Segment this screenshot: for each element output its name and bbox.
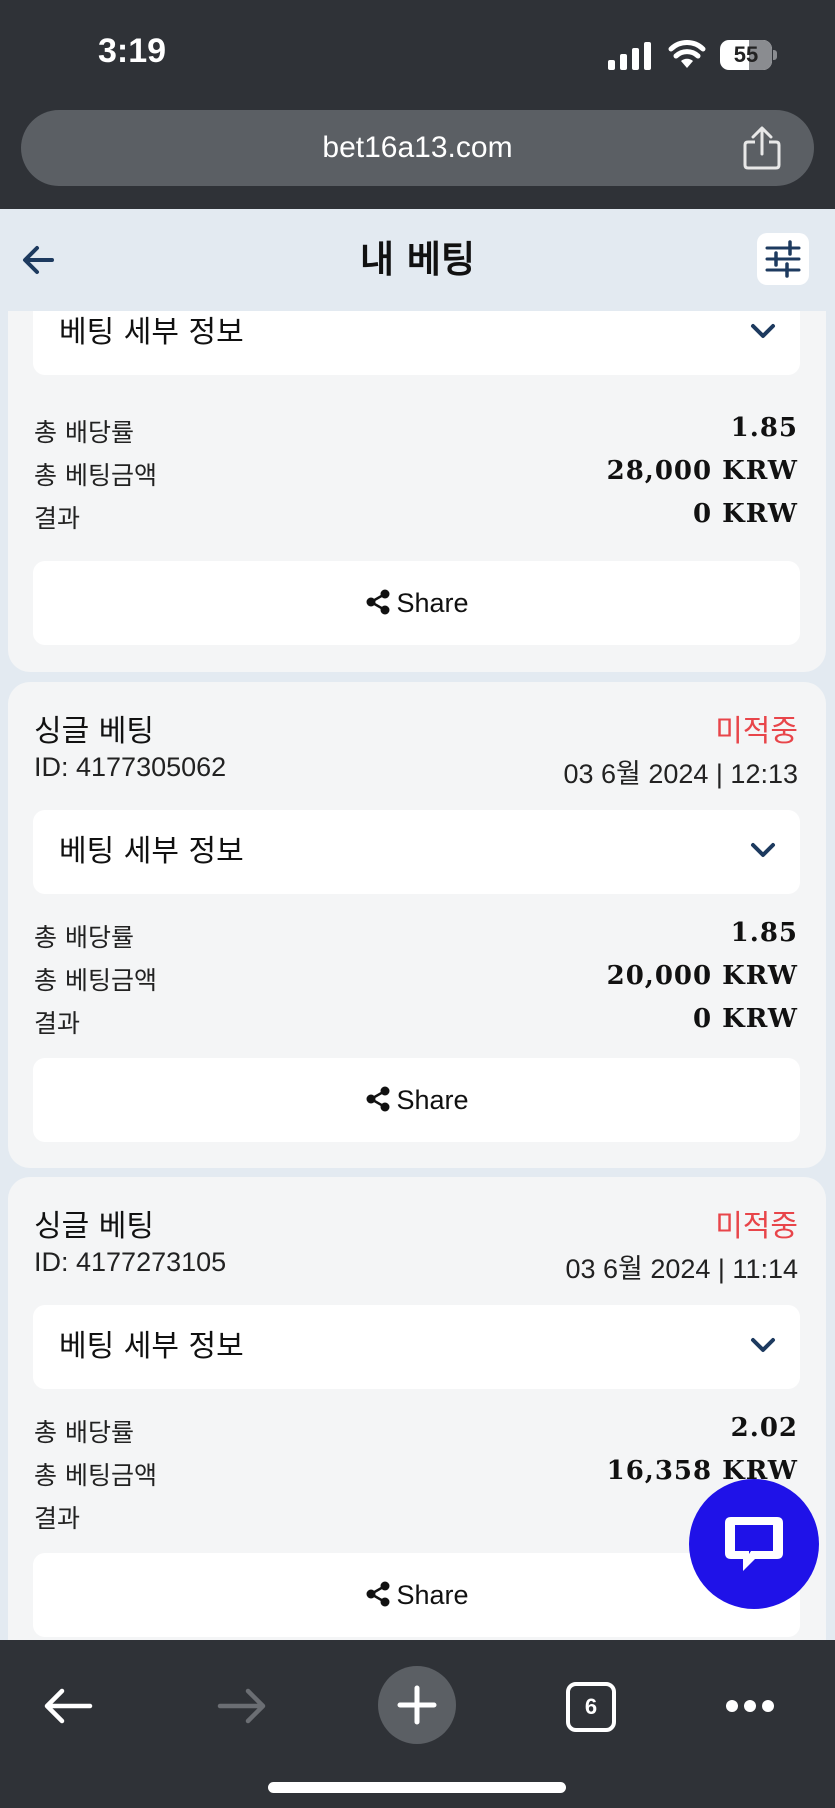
chevron-down-icon bbox=[751, 843, 775, 857]
share-label: Share bbox=[396, 1580, 469, 1610]
back-icon[interactable] bbox=[42, 1686, 94, 1726]
bet-details-toggle[interactable]: 베팅 세부 정보 bbox=[33, 311, 800, 375]
page-title: 내 베팅 bbox=[359, 238, 475, 281]
total-odds-value: 1.85 bbox=[730, 413, 798, 443]
filter-sliders-icon bbox=[765, 240, 801, 278]
signal-icon bbox=[608, 42, 651, 70]
new-tab-button[interactable] bbox=[378, 1666, 456, 1744]
status-bar: 3:19 55 bbox=[0, 0, 835, 100]
home-indicator bbox=[268, 1782, 566, 1793]
bet-details-label: 베팅 세부 정보 bbox=[59, 1329, 244, 1364]
share-nodes-icon bbox=[366, 1086, 390, 1112]
share-button[interactable]: Share bbox=[33, 1553, 800, 1637]
total-odds-value: 2.02 bbox=[730, 1413, 798, 1443]
forward-icon[interactable] bbox=[216, 1686, 268, 1726]
total-odds-label: 총 배당률 bbox=[34, 923, 134, 952]
total-stake-label: 총 베팅금액 bbox=[34, 1461, 157, 1490]
total-stake-value: 28,000 KRW bbox=[606, 456, 798, 486]
address-bar[interactable]: bet16a13.com bbox=[21, 110, 814, 186]
bet-details-toggle[interactable]: 베팅 세부 정보 bbox=[33, 810, 800, 894]
status-badge: 미적중 bbox=[715, 714, 798, 749]
plus-icon bbox=[397, 1685, 437, 1725]
battery-level: 55 bbox=[733, 42, 759, 67]
share-button[interactable]: Share bbox=[33, 561, 800, 645]
bet-id: ID: 4177273105 bbox=[34, 1247, 227, 1277]
bet-date: 03 6월 2024 | 11:14 bbox=[565, 1254, 798, 1284]
total-stake-label: 총 베팅금액 bbox=[34, 461, 157, 490]
bet-card: 베팅 세부 정보 총 배당률 1.85 총 베팅금액 28,000 KRW 결과… bbox=[8, 311, 826, 672]
battery-icon: 55 bbox=[720, 40, 777, 70]
total-odds-label: 총 배당률 bbox=[34, 418, 134, 447]
bet-card: 싱글 베팅 미적중 ID: 4177305062 03 6월 2024 | 12… bbox=[8, 682, 826, 1168]
total-odds-label: 총 배당률 bbox=[34, 1418, 134, 1447]
tab-count: 6 bbox=[584, 1694, 598, 1719]
tabs-button[interactable]: 6 bbox=[566, 1682, 616, 1732]
browser-toolbar: 6 bbox=[0, 1640, 835, 1808]
bets-list[interactable]: 베팅 세부 정보 총 배당률 1.85 총 베팅금액 28,000 KRW 결과… bbox=[0, 311, 835, 1640]
result-value: 0 KRW bbox=[693, 1004, 798, 1034]
total-stake-label: 총 베팅금액 bbox=[34, 966, 157, 995]
chat-bubble-icon bbox=[725, 1517, 783, 1571]
wifi-icon bbox=[668, 40, 706, 68]
app-header: 내 베팅 bbox=[0, 209, 835, 311]
bet-type: 싱글 베팅 bbox=[34, 714, 154, 749]
status-badge: 미적중 bbox=[715, 1209, 798, 1244]
result-value: 0 KRW bbox=[693, 499, 798, 529]
bet-id: ID: 4177305062 bbox=[34, 752, 227, 782]
share-label: Share bbox=[396, 1085, 469, 1115]
status-time: 3:19 bbox=[98, 32, 167, 70]
browser-address-area: bet16a13.com bbox=[0, 100, 835, 209]
bet-type: 싱글 베팅 bbox=[34, 1209, 154, 1244]
bet-date: 03 6월 2024 | 12:13 bbox=[563, 759, 798, 789]
share-icon[interactable] bbox=[742, 126, 782, 170]
result-label: 결과 bbox=[34, 1009, 81, 1038]
bet-details-label: 베팅 세부 정보 bbox=[59, 834, 244, 869]
chevron-down-icon bbox=[751, 324, 775, 338]
total-odds-value: 1.85 bbox=[730, 918, 798, 948]
more-icon[interactable] bbox=[724, 1698, 776, 1714]
total-stake-value: 20,000 KRW bbox=[606, 961, 798, 991]
result-label: 결과 bbox=[34, 1504, 81, 1533]
url-text: bet16a13.com bbox=[322, 131, 513, 164]
share-label: Share bbox=[396, 588, 469, 618]
chevron-down-icon bbox=[751, 1338, 775, 1352]
share-nodes-icon bbox=[366, 1581, 390, 1607]
share-button[interactable]: Share bbox=[33, 1058, 800, 1142]
share-nodes-icon bbox=[366, 589, 390, 615]
live-chat-button[interactable] bbox=[689, 1479, 819, 1609]
bet-details-label: 베팅 세부 정보 bbox=[59, 315, 244, 350]
filter-button[interactable] bbox=[757, 233, 809, 285]
bet-details-toggle[interactable]: 베팅 세부 정보 bbox=[33, 1305, 800, 1389]
result-label: 결과 bbox=[34, 504, 81, 533]
